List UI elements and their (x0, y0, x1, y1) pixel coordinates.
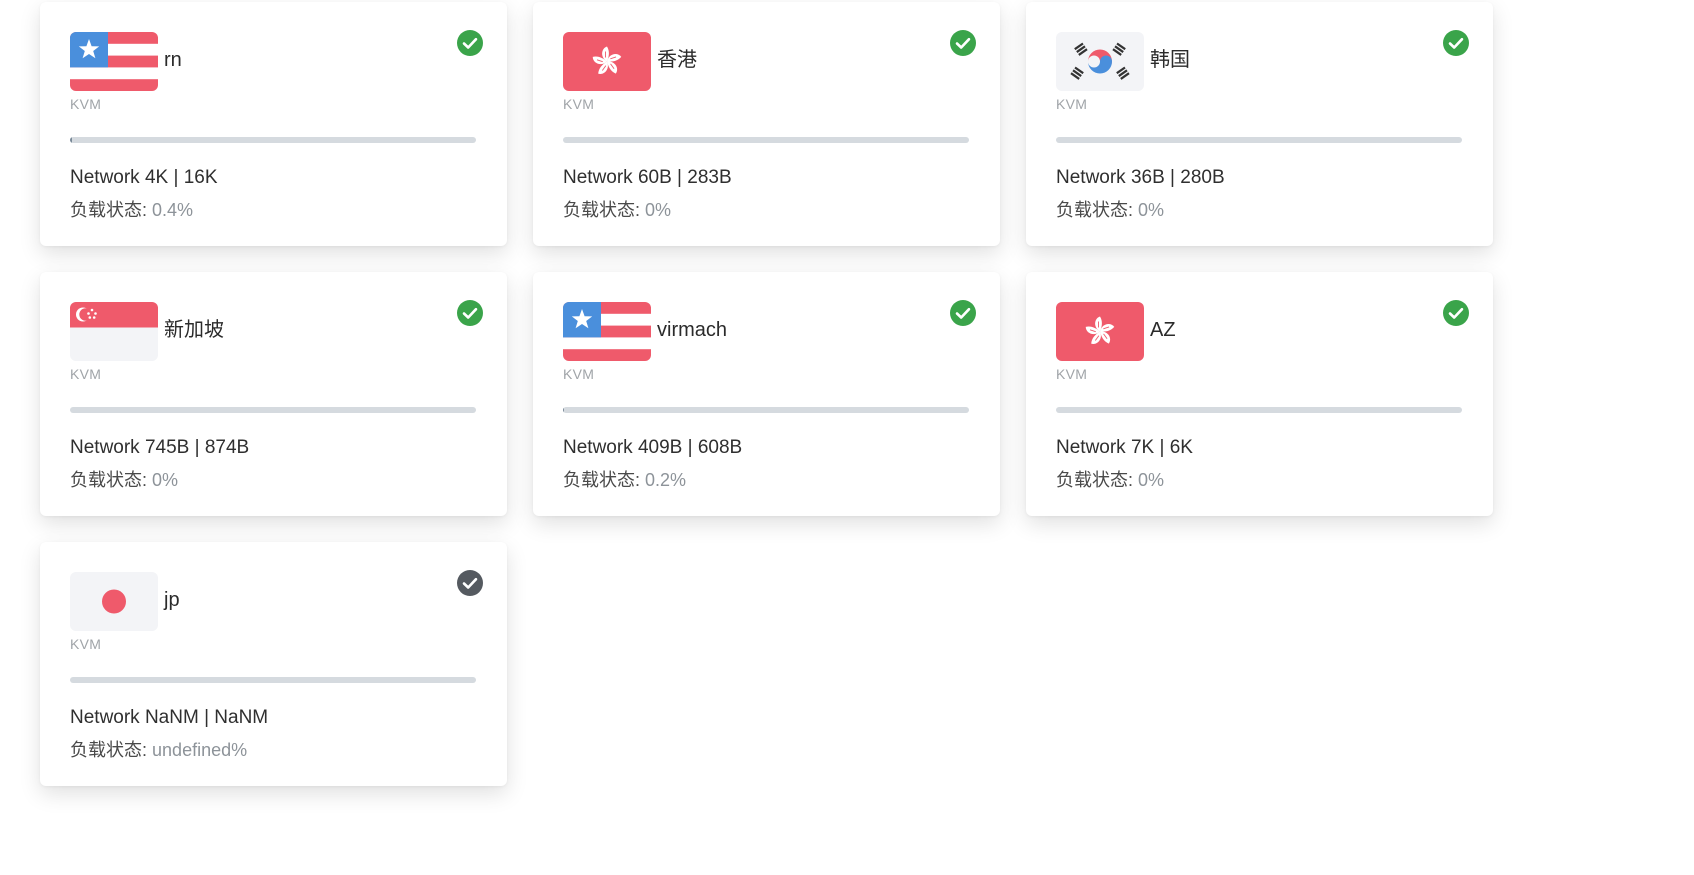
online-check-icon (1443, 30, 1469, 56)
load-status-value: 0.2% (645, 470, 687, 490)
load-progress-bar (70, 677, 476, 683)
load-progress-fill (563, 407, 564, 413)
jp-flag-icon (70, 572, 158, 631)
network-traffic: Network 745B | 874B (70, 437, 250, 458)
load-status: 负载状态: 0.4% (70, 198, 193, 222)
virtualization-type: KVM (563, 366, 595, 382)
server-card[interactable]: jp KVM Network NaNM | NaNM 负载状态: undefin… (40, 542, 507, 786)
us-flag-icon (563, 302, 651, 361)
network-traffic: Network 36B | 280B (1056, 167, 1225, 188)
load-status-label: 负载状态: (70, 740, 148, 760)
load-status-label: 负载状态: (1056, 200, 1134, 220)
server-grid: rn KVM Network 4K | 16K 负载状态: 0.4% 香港 KV… (40, 2, 1493, 786)
online-check-icon (457, 30, 483, 56)
load-status-value: 0.4% (152, 200, 194, 220)
server-card[interactable]: 韩国 KVM Network 36B | 280B 负载状态: 0% (1026, 2, 1493, 246)
server-name: 韩国 (1150, 49, 1190, 71)
network-traffic: Network 7K | 6K (1056, 437, 1193, 458)
server-name: AZ (1150, 319, 1176, 341)
load-status-label: 负载状态: (1056, 470, 1134, 490)
load-progress-fill (70, 137, 72, 143)
virtualization-type: KVM (70, 366, 102, 382)
load-status: 负载状态: 0% (70, 468, 178, 492)
load-status-label: 负载状态: (70, 470, 148, 490)
virtualization-type: KVM (70, 636, 102, 652)
network-traffic: Network NaNM | NaNM (70, 707, 269, 728)
kr-flag-icon (1056, 32, 1144, 91)
server-card[interactable]: 新加坡 KVM Network 745B | 874B 负载状态: 0% (40, 272, 507, 516)
load-status-value: undefined% (152, 740, 248, 760)
load-status-value: 0% (645, 200, 672, 220)
load-status: 负载状态: 0% (1056, 198, 1164, 222)
offline-check-icon (457, 570, 483, 596)
online-check-icon (457, 300, 483, 326)
load-status-value: 0% (1138, 200, 1165, 220)
server-name: jp (164, 589, 180, 611)
server-card[interactable]: rn KVM Network 4K | 16K 负载状态: 0.4% (40, 2, 507, 246)
virtualization-type: KVM (1056, 366, 1088, 382)
hk-flag-icon (1056, 302, 1144, 361)
network-traffic: Network 60B | 283B (563, 167, 732, 188)
server-name: 香港 (657, 49, 697, 71)
load-status-value: 0% (1138, 470, 1165, 490)
load-status-label: 负载状态: (563, 200, 641, 220)
virtualization-type: KVM (70, 96, 102, 112)
server-name: rn (164, 49, 182, 71)
online-check-icon (1443, 300, 1469, 326)
load-status-value: 0% (152, 470, 179, 490)
server-name: 新加坡 (164, 319, 224, 341)
load-progress-bar (563, 137, 969, 143)
load-status: 负载状态: 0% (1056, 468, 1164, 492)
load-progress-bar (1056, 407, 1462, 413)
load-progress-bar (70, 137, 476, 143)
server-name: virmach (657, 319, 728, 341)
server-card[interactable]: 香港 KVM Network 60B | 283B 负载状态: 0% (533, 2, 1000, 246)
virtualization-type: KVM (1056, 96, 1088, 112)
load-status-label: 负载状态: (563, 470, 641, 490)
load-progress-bar (563, 407, 969, 413)
load-progress-bar (1056, 137, 1462, 143)
server-card[interactable]: virmach KVM Network 409B | 608B 负载状态: 0.… (533, 272, 1000, 516)
load-status: 负载状态: undefined% (70, 738, 247, 762)
load-progress-bar (70, 407, 476, 413)
hk-flag-icon (563, 32, 651, 91)
network-traffic: Network 4K | 16K (70, 167, 218, 188)
load-status-label: 负载状态: (70, 200, 148, 220)
virtualization-type: KVM (563, 96, 595, 112)
network-traffic: Network 409B | 608B (563, 437, 743, 458)
sg-flag-icon (70, 302, 158, 361)
online-check-icon (950, 30, 976, 56)
us-flag-icon (70, 32, 158, 91)
online-check-icon (950, 300, 976, 326)
server-card[interactable]: AZ KVM Network 7K | 6K 负载状态: 0% (1026, 272, 1493, 516)
load-status: 负载状态: 0% (563, 198, 671, 222)
load-status: 负载状态: 0.2% (563, 468, 686, 492)
